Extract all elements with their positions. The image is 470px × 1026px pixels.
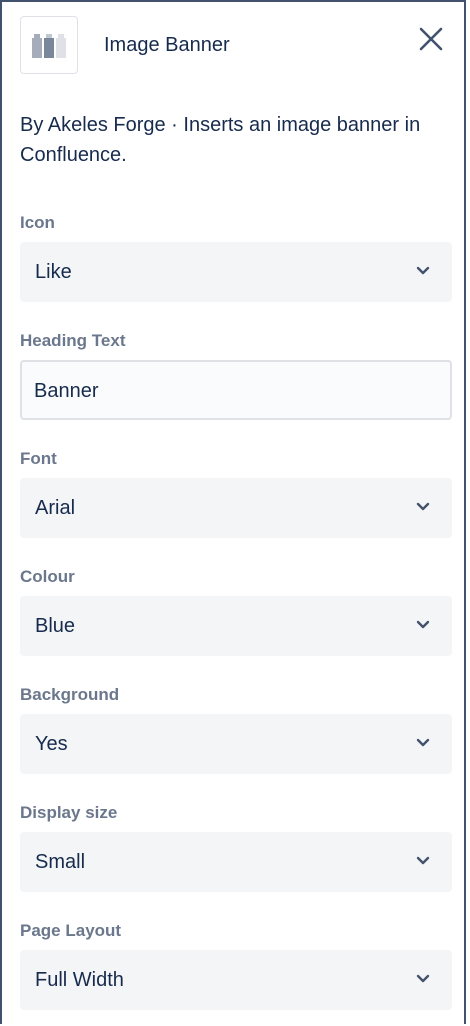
heading-text-label: Heading Text <box>20 331 126 350</box>
heading-text-input-wrapper <box>20 360 452 420</box>
chevron-down-icon <box>416 856 430 865</box>
colour-select-value: Blue <box>35 615 76 637</box>
colour-label: Colour <box>20 567 75 586</box>
page-layout-select[interactable]: Full Width <box>20 950 452 1010</box>
macro-description: By Akeles Forge · Inserts an image banne… <box>20 114 421 166</box>
background-select[interactable]: Yes <box>20 714 452 774</box>
display-size-field: Display size Small <box>20 802 452 892</box>
close-button[interactable] <box>418 26 444 52</box>
display-size-select-value: Small <box>35 851 86 873</box>
page-layout-label: Page Layout <box>20 921 122 940</box>
colour-field: Colour Blue <box>20 566 452 656</box>
chevron-down-icon <box>416 974 430 983</box>
font-select-value: Arial <box>35 497 76 519</box>
font-field: Font Arial <box>20 448 452 538</box>
display-size-select[interactable]: Small <box>20 832 452 892</box>
macro-config-panel: Image Banner By Akeles Forge · Inserts a… <box>0 0 466 1024</box>
heading-text-input[interactable] <box>32 362 436 420</box>
display-size-label: Display size <box>20 803 118 822</box>
chevron-down-icon <box>416 738 430 747</box>
icon-select[interactable]: Like <box>20 242 452 302</box>
icon-label: Icon <box>20 213 55 232</box>
close-icon <box>419 27 443 51</box>
icon-field: Icon Like <box>20 212 452 302</box>
font-label: Font <box>20 449 57 468</box>
background-label: Background <box>20 685 120 704</box>
heading-text-field: Heading Text <box>20 330 452 420</box>
panel-title: Image Banner <box>104 34 230 56</box>
icon-select-value: Like <box>35 261 72 283</box>
page-layout-field: Page Layout Full Width <box>20 920 452 1010</box>
panel-header: Image Banner <box>20 16 446 76</box>
chevron-down-icon <box>416 266 430 275</box>
chevron-down-icon <box>416 620 430 629</box>
chevron-down-icon <box>416 502 430 511</box>
app-logo-icon <box>32 34 66 58</box>
background-select-value: Yes <box>35 733 68 755</box>
background-field: Background Yes <box>20 684 452 774</box>
colour-select[interactable]: Blue <box>20 596 452 656</box>
font-select[interactable]: Arial <box>20 478 452 538</box>
app-logo <box>20 16 78 74</box>
page-layout-select-value: Full Width <box>35 969 124 991</box>
